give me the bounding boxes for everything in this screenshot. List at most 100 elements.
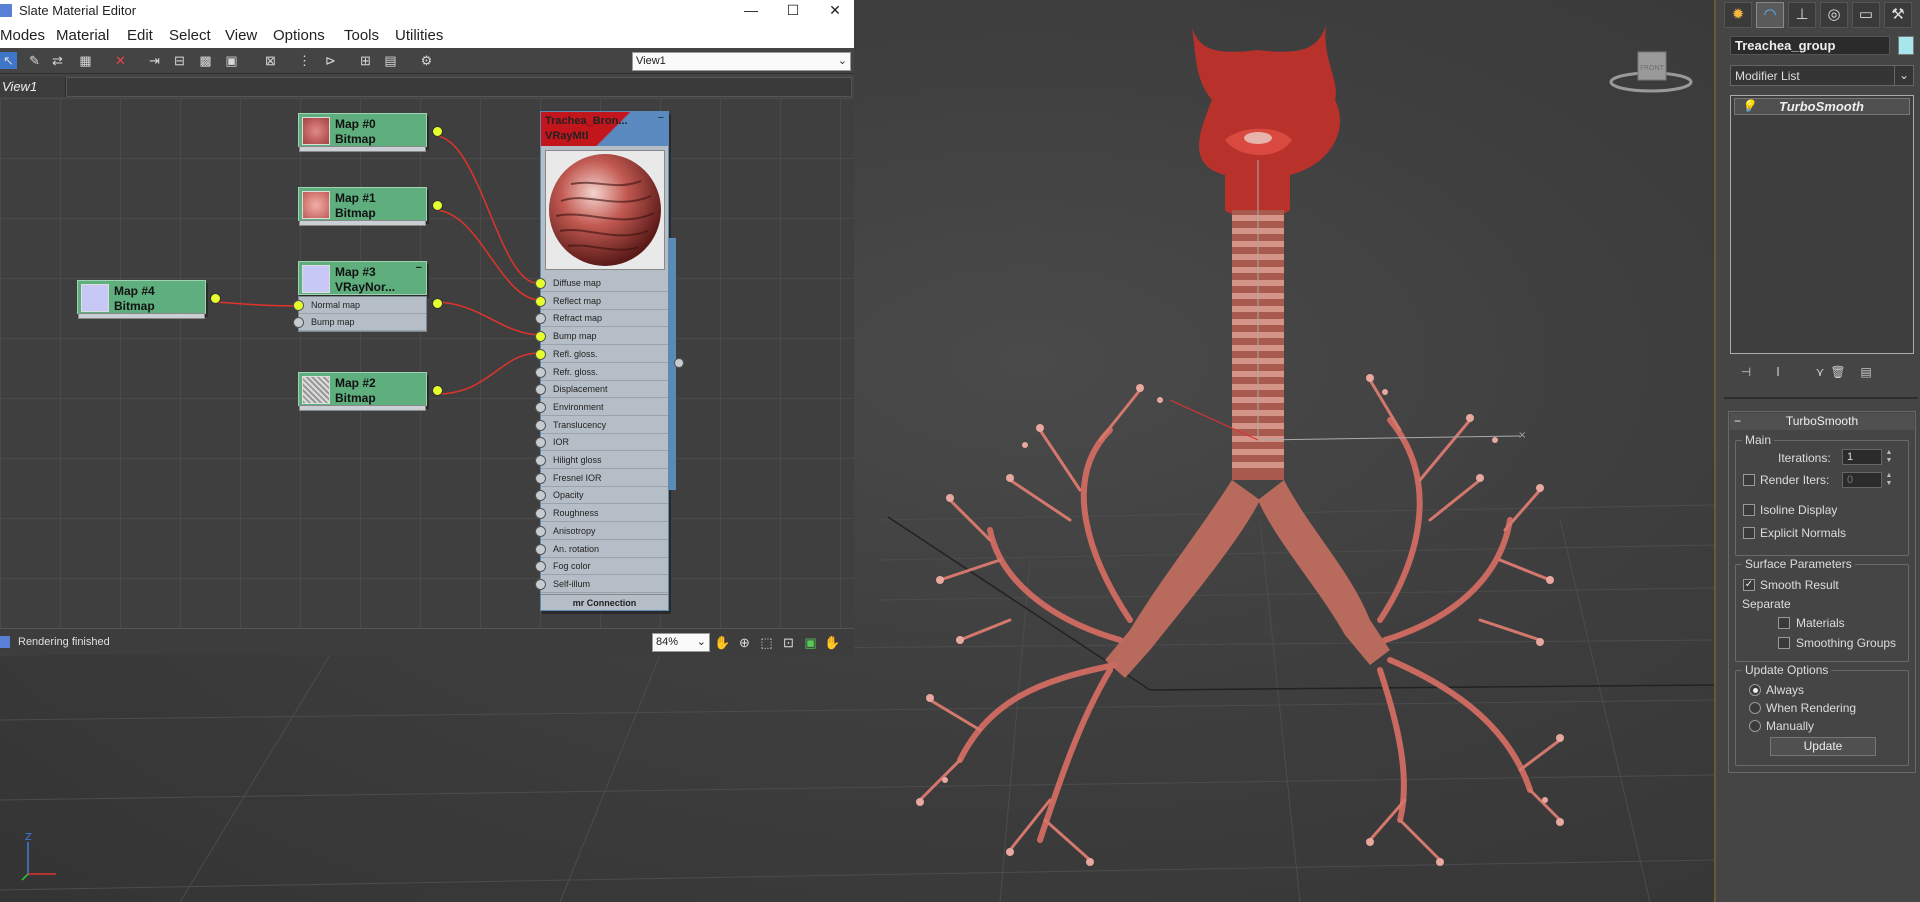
- zoom-selected-icon[interactable]: ▣: [802, 634, 819, 651]
- viewcube[interactable]: FRONT: [1608, 46, 1694, 96]
- update-manually-radio[interactable]: [1749, 720, 1761, 732]
- trachea-model[interactable]: ×: [916, 25, 1564, 866]
- slot-refract-map[interactable]: Refract map: [535, 310, 668, 328]
- menu-select[interactable]: Select: [169, 27, 211, 44]
- input-port[interactable]: [535, 366, 546, 378]
- make-unique-icon[interactable]: ⋎: [1810, 362, 1830, 382]
- material-output-port[interactable]: [674, 358, 684, 368]
- input-port[interactable]: [535, 490, 546, 502]
- menu-view[interactable]: View: [225, 27, 257, 44]
- assign-material-icon[interactable]: ▦: [77, 52, 94, 69]
- menu-tools[interactable]: Tools: [344, 27, 379, 44]
- lightbulb-icon[interactable]: 💡: [1741, 99, 1756, 114]
- tab-view1[interactable]: View1: [0, 77, 66, 97]
- input-port[interactable]: [535, 543, 546, 555]
- input-port[interactable]: [535, 525, 546, 537]
- input-port[interactable]: [535, 437, 546, 449]
- materials-checkbox[interactable]: [1778, 617, 1790, 629]
- output-port[interactable]: [432, 385, 443, 396]
- slot-translucency[interactable]: Translucency: [535, 417, 668, 434]
- editor-titlebar[interactable]: Slate Material Editor — ☐ ✕: [0, 0, 854, 22]
- slot-reflect-map[interactable]: Reflect map: [535, 293, 668, 310]
- motion-tab-icon[interactable]: ◎: [1820, 2, 1848, 28]
- zoom-region-icon[interactable]: ⬚: [758, 634, 775, 651]
- nav-icon[interactable]: ▤: [382, 52, 399, 69]
- pan-to-selected-icon[interactable]: ✋: [824, 634, 841, 651]
- slot-roughness[interactable]: Roughness: [535, 505, 668, 523]
- slot-ior[interactable]: IOR: [535, 434, 668, 452]
- slot-anisotropy[interactable]: Anisotropy: [535, 523, 668, 540]
- object-name-field[interactable]: Treachea_group: [1730, 36, 1890, 55]
- isoline-checkbox[interactable]: [1743, 504, 1755, 516]
- node-map-3[interactable]: Map #3 VRayNor... − Normal map Bump map: [293, 261, 443, 332]
- slot-refl-gloss[interactable]: Refl. gloss.: [535, 346, 668, 363]
- configure-sets-icon[interactable]: ▤: [1856, 362, 1876, 382]
- layout-all-icon[interactable]: ⊠: [262, 52, 279, 69]
- move-children-icon[interactable]: ⇥: [146, 52, 163, 69]
- explicit-normals-checkbox[interactable]: [1743, 527, 1755, 539]
- layout-children-icon[interactable]: ⋮: [296, 52, 313, 69]
- remove-modifier-icon[interactable]: 🗑: [1828, 362, 1848, 382]
- create-tab-icon[interactable]: ✹: [1724, 2, 1752, 28]
- checker-bg-icon[interactable]: ▣: [223, 52, 240, 69]
- input-port[interactable]: [535, 419, 546, 431]
- input-port[interactable]: [535, 348, 546, 360]
- update-always-radio[interactable]: [1749, 684, 1761, 696]
- input-port[interactable]: [535, 401, 546, 413]
- node-map-1[interactable]: Map #1 Bitmap: [298, 187, 443, 226]
- hierarchy-tab-icon[interactable]: ⊥: [1788, 2, 1816, 28]
- render-iters-spinner[interactable]: 0: [1842, 472, 1882, 488]
- menu-material[interactable]: Material: [56, 27, 109, 44]
- pin-stack-icon[interactable]: ⊣: [1736, 362, 1756, 382]
- slot-environment[interactable]: Environment: [535, 399, 668, 416]
- spinner-arrows-icon[interactable]: ▲ ▼: [1884, 449, 1894, 465]
- minimize-button[interactable]: —: [736, 0, 766, 22]
- input-port[interactable]: [293, 300, 304, 311]
- slot-bump-map[interactable]: Bump map: [535, 328, 668, 346]
- node-canvas[interactable]: Map #0 Bitmap Map #1 Bitmap Map #3 VRayN…: [0, 98, 854, 628]
- minimize-node-icon[interactable]: −: [658, 112, 664, 124]
- node-map-2[interactable]: Map #2 Bitmap: [298, 372, 443, 411]
- show-end-result-icon[interactable]: Ⅰ: [1768, 362, 1788, 382]
- input-port[interactable]: [535, 313, 546, 325]
- iterations-spinner[interactable]: 1: [1842, 449, 1882, 465]
- input-port[interactable]: [535, 578, 546, 590]
- menu-options[interactable]: Options: [273, 27, 325, 44]
- slot-hilight-gloss[interactable]: Hilight gloss: [535, 452, 668, 469]
- rollout-header[interactable]: − TurboSmooth: [1730, 413, 1914, 430]
- modify-tab-icon[interactable]: ◠: [1756, 2, 1784, 28]
- mr-connection-rollout[interactable]: mr Connection: [541, 594, 668, 610]
- material-parameter-icon[interactable]: ⊳: [322, 52, 339, 69]
- delete-icon[interactable]: ✕: [112, 52, 129, 69]
- slot-an-rotation[interactable]: An. rotation: [535, 541, 668, 558]
- zoom-extents-icon[interactable]: ⊡: [780, 634, 797, 651]
- select-tool-icon[interactable]: ↖: [0, 52, 17, 69]
- node-map-4[interactable]: Map #4 Bitmap: [77, 280, 221, 319]
- input-port[interactable]: [535, 561, 546, 573]
- maximize-button[interactable]: ☐: [778, 0, 808, 22]
- display-tab-icon[interactable]: ▭: [1852, 2, 1880, 28]
- slot-fog-color[interactable]: Fog color: [535, 558, 668, 576]
- close-button[interactable]: ✕: [820, 0, 850, 22]
- view-dropdown[interactable]: View1 ⌄: [632, 52, 851, 71]
- output-port[interactable]: [432, 126, 443, 137]
- slot-normal-map[interactable]: Normal map: [293, 297, 426, 314]
- slot-displacement[interactable]: Displacement: [535, 381, 668, 399]
- output-port[interactable]: [432, 200, 443, 211]
- show-map-icon[interactable]: ▩: [197, 52, 214, 69]
- select-by-material-icon[interactable]: ⊞: [357, 52, 374, 69]
- update-button[interactable]: Update: [1770, 737, 1876, 756]
- search-icon[interactable]: ⚙: [418, 52, 435, 69]
- minimize-node-icon[interactable]: −: [416, 262, 422, 274]
- pick-material-icon[interactable]: ✎: [26, 52, 43, 69]
- object-color-swatch[interactable]: [1898, 36, 1914, 55]
- smooth-result-checkbox[interactable]: ✓: [1743, 579, 1755, 591]
- input-port[interactable]: [535, 331, 546, 343]
- input-port[interactable]: [535, 472, 546, 484]
- utilities-tab-icon[interactable]: ⚒: [1884, 2, 1912, 28]
- modifier-list-dropdown[interactable]: Modifier List: [1730, 65, 1910, 86]
- stack-item-turbosmooth[interactable]: 💡 TurboSmooth: [1734, 98, 1910, 115]
- slot-bump-map[interactable]: Bump map: [293, 314, 426, 331]
- spinner-arrows-icon[interactable]: ▲ ▼: [1884, 472, 1894, 488]
- input-port[interactable]: [293, 317, 304, 328]
